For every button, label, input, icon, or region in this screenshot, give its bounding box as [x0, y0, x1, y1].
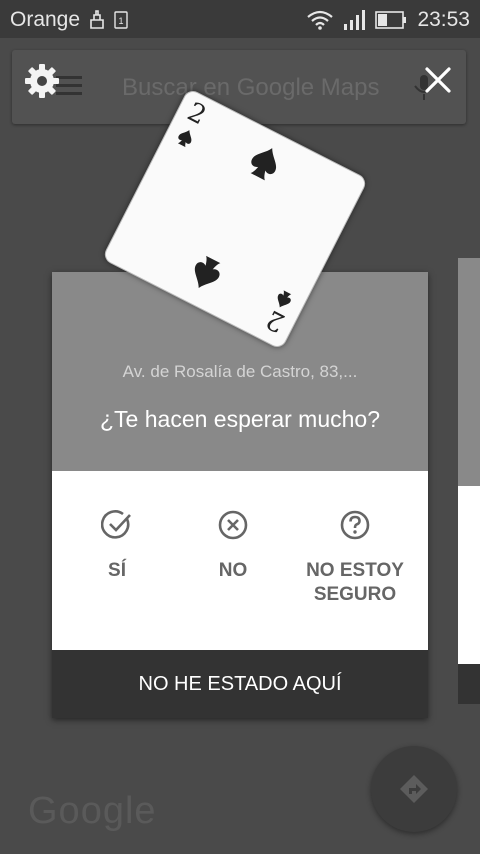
next-card-peek[interactable]	[458, 258, 480, 704]
answer-not-sure-button[interactable]: NO ESTOY SEGURO	[295, 509, 415, 607]
directions-icon	[400, 775, 428, 803]
card-rank-bottom: 2	[261, 303, 290, 338]
close-icon[interactable]	[425, 67, 451, 93]
answer-yes-button[interactable]: SÍ	[57, 509, 177, 583]
wifi-icon	[307, 10, 334, 30]
status-bar: Orange 1 23:53	[0, 0, 480, 38]
not-been-here-button[interactable]: NO HE ESTADO AQUÍ	[52, 650, 428, 718]
carrier-name: Orange	[10, 8, 81, 31]
sim-icon: 1	[114, 11, 128, 29]
place-address: Av. de Rosalía de Castro, 83,...	[122, 362, 358, 381]
directions-button[interactable]	[371, 746, 457, 832]
answer-not-sure-label: NO ESTOY SEGURO	[306, 560, 404, 605]
question-text: ¿Te hacen esperar mucho?	[100, 406, 380, 432]
clean-icon	[90, 10, 104, 29]
svg-text:1: 1	[119, 16, 124, 26]
answer-options: SÍ NO NO ESTOY SEGURO	[52, 471, 428, 650]
battery-icon	[375, 11, 407, 29]
google-logo: Google	[28, 790, 157, 832]
card-rank-top: 2	[182, 97, 211, 132]
clock: 23:53	[417, 8, 470, 31]
spade-icon	[194, 255, 221, 289]
answer-no-label: NO	[218, 560, 248, 581]
spade-icon	[250, 148, 277, 181]
check-circle-icon	[101, 510, 131, 539]
signal-icon	[344, 10, 366, 30]
search-input[interactable]: Buscar en Google Maps	[122, 74, 379, 102]
settings-gear-icon[interactable]	[24, 63, 60, 99]
answer-yes-label: SÍ	[108, 560, 126, 581]
answer-no-button[interactable]: NO	[173, 509, 293, 583]
question-circle-icon	[340, 510, 370, 540]
question-card: Av. de Rosalía de Castro, 83,... ¿Te hac…	[52, 272, 428, 718]
x-circle-icon	[218, 510, 248, 540]
